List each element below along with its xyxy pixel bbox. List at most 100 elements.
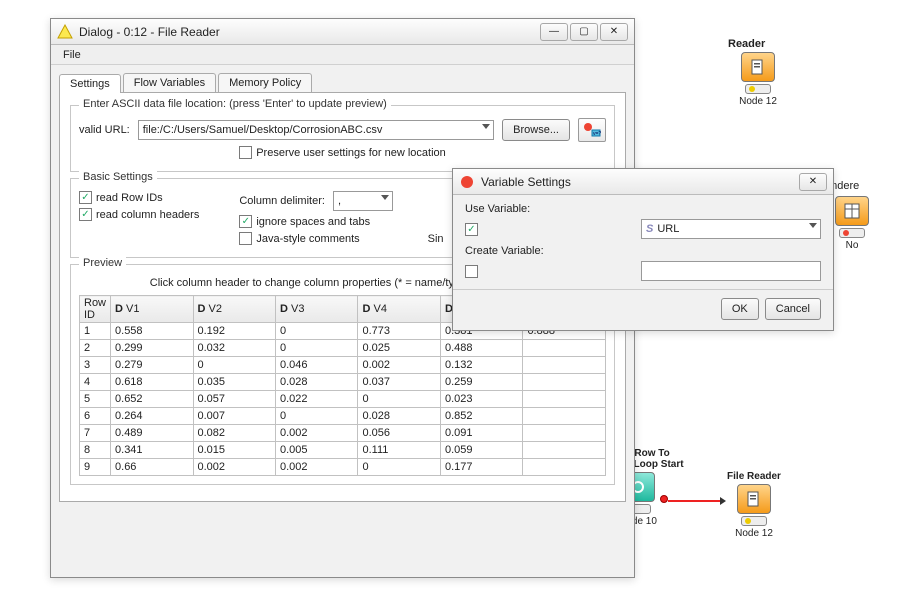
java-comments-checkbox[interactable]: Java-style comments [239,232,359,245]
node-file-reader[interactable]: File Reader Node 12 [718,458,790,539]
col-delim-field[interactable]: , [333,191,393,211]
menu-file[interactable]: File [57,47,87,63]
group-location-legend: Enter ASCII data file location: (press '… [79,98,391,110]
close-button[interactable]: ✕ [799,173,827,191]
tab-settings[interactable]: Settings [59,74,121,93]
table-cell: 0.66 [111,459,193,476]
table-cell [523,459,606,476]
column-header[interactable]: D V2 [193,296,275,323]
column-header[interactable]: D V4 [358,296,440,323]
table-cell: 0 [275,323,357,340]
group-basic-legend: Basic Settings [79,171,157,183]
col-delim-label: Column delimiter: [239,195,325,207]
table-row[interactable]: 80.3410.0150.0050.1110.059 [80,442,606,459]
maximize-button[interactable]: ▢ [570,23,598,41]
table-row[interactable]: 40.6180.0350.0280.0370.259 [80,374,606,391]
cancel-button[interactable]: Cancel [765,298,821,320]
close-button[interactable]: ✕ [600,23,628,41]
table-row[interactable]: 30.27900.0460.0020.132 [80,357,606,374]
table-cell: 7 [80,425,111,442]
table-cell: 0.002 [275,459,357,476]
table-cell: 5 [80,391,111,408]
checkbox-icon: ✓ [79,191,92,204]
ignore-spaces-label: ignore spaces and tabs [256,216,370,228]
table-cell: 0.015 [193,442,275,459]
read-col-headers-label: read column headers [96,209,199,221]
flowvar-icon: v=? [583,122,601,138]
titlebar[interactable]: Dialog - 0:12 - File Reader — ▢ ✕ [51,19,634,45]
read-row-ids-checkbox[interactable]: ✓ read Row IDs [79,191,163,204]
table-cell: 0.558 [111,323,193,340]
use-variable-field[interactable]: S URL [641,219,821,239]
sin-label: Sin [428,233,444,245]
table-cell: 0.111 [358,442,440,459]
preserve-label: Preserve user settings for new location [256,147,446,159]
table-cell: 4 [80,374,111,391]
table-cell: 0.091 [440,425,522,442]
ok-button[interactable]: OK [721,298,759,320]
table-row[interactable]: 90.660.0020.00200.177 [80,459,606,476]
table-cell: 0.037 [358,374,440,391]
minimize-button[interactable]: — [540,23,568,41]
table-cell [523,374,606,391]
table-cell: 0.082 [193,425,275,442]
doc-icon [745,490,763,508]
table-cell [523,408,606,425]
column-header[interactable]: D V3 [275,296,357,323]
url-field[interactable]: file:/C:/Users/Samuel/Desktop/CorrosionA… [138,120,494,140]
tab-memory-policy[interactable]: Memory Policy [218,73,312,92]
java-comments-label: Java-style comments [256,233,359,245]
wire-red [668,500,722,502]
node-status-light [839,228,865,238]
flow-variable-icon-button[interactable]: v=? [578,118,606,142]
table-cell: 0 [358,459,440,476]
table-cell: 0.177 [440,459,522,476]
col-delim-value: , [338,195,341,207]
table-cell: 1 [80,323,111,340]
table-row[interactable]: 20.2990.03200.0250.488 [80,340,606,357]
checkbox-icon [239,146,252,159]
checkbox-icon: ✓ [79,208,92,221]
table-cell: 8 [80,442,111,459]
tab-strip: Settings Flow Variables Memory Policy [59,73,626,92]
table-cell: 0.488 [440,340,522,357]
table-cell: 2 [80,340,111,357]
table-cell: 9 [80,459,111,476]
column-header[interactable]: Row ID [80,296,111,323]
table-row[interactable]: 70.4890.0820.0020.0560.091 [80,425,606,442]
table-cell: 0.028 [358,408,440,425]
table-cell: 0.002 [275,425,357,442]
create-variable-field[interactable] [641,261,821,281]
table-cell: 0.022 [275,391,357,408]
chevron-down-icon [381,195,389,200]
bg-node-12-top[interactable]: Node 12 [728,52,788,107]
flow-var-port [660,495,668,503]
table-cell: 0.025 [358,340,440,357]
use-variable-checkbox[interactable]: ✓ [465,223,478,236]
table-row[interactable]: 50.6520.0570.02200.023 [80,391,606,408]
titlebar[interactable]: Variable Settings ✕ [453,169,833,195]
node-status-light [741,516,767,526]
browse-button[interactable]: Browse... [502,119,570,141]
table-row[interactable]: 60.2640.00700.0280.852 [80,408,606,425]
node-status-light [745,84,771,94]
create-variable-label: Create Variable: [465,245,821,257]
ignore-spaces-checkbox[interactable]: ✓ ignore spaces and tabs [239,215,370,228]
preserve-checkbox[interactable]: Preserve user settings for new location [239,146,446,159]
table-cell: 0.007 [193,408,275,425]
read-col-headers-checkbox[interactable]: ✓ read column headers [79,208,199,221]
table-cell: 0.341 [111,442,193,459]
create-variable-checkbox[interactable] [465,265,478,278]
table-cell: 0 [358,391,440,408]
use-variable-value: URL [657,223,679,235]
column-header[interactable]: D V1 [111,296,193,323]
window-title: Dialog - 0:12 - File Reader [79,25,540,39]
table-cell: 0.618 [111,374,193,391]
table-cell: 0.035 [193,374,275,391]
chevron-down-icon [809,223,817,228]
browse-label: Browse... [513,124,559,136]
table-cell: 0.773 [358,323,440,340]
tab-flow-variables[interactable]: Flow Variables [123,73,216,92]
table-cell: 0.023 [440,391,522,408]
table-cell [523,340,606,357]
